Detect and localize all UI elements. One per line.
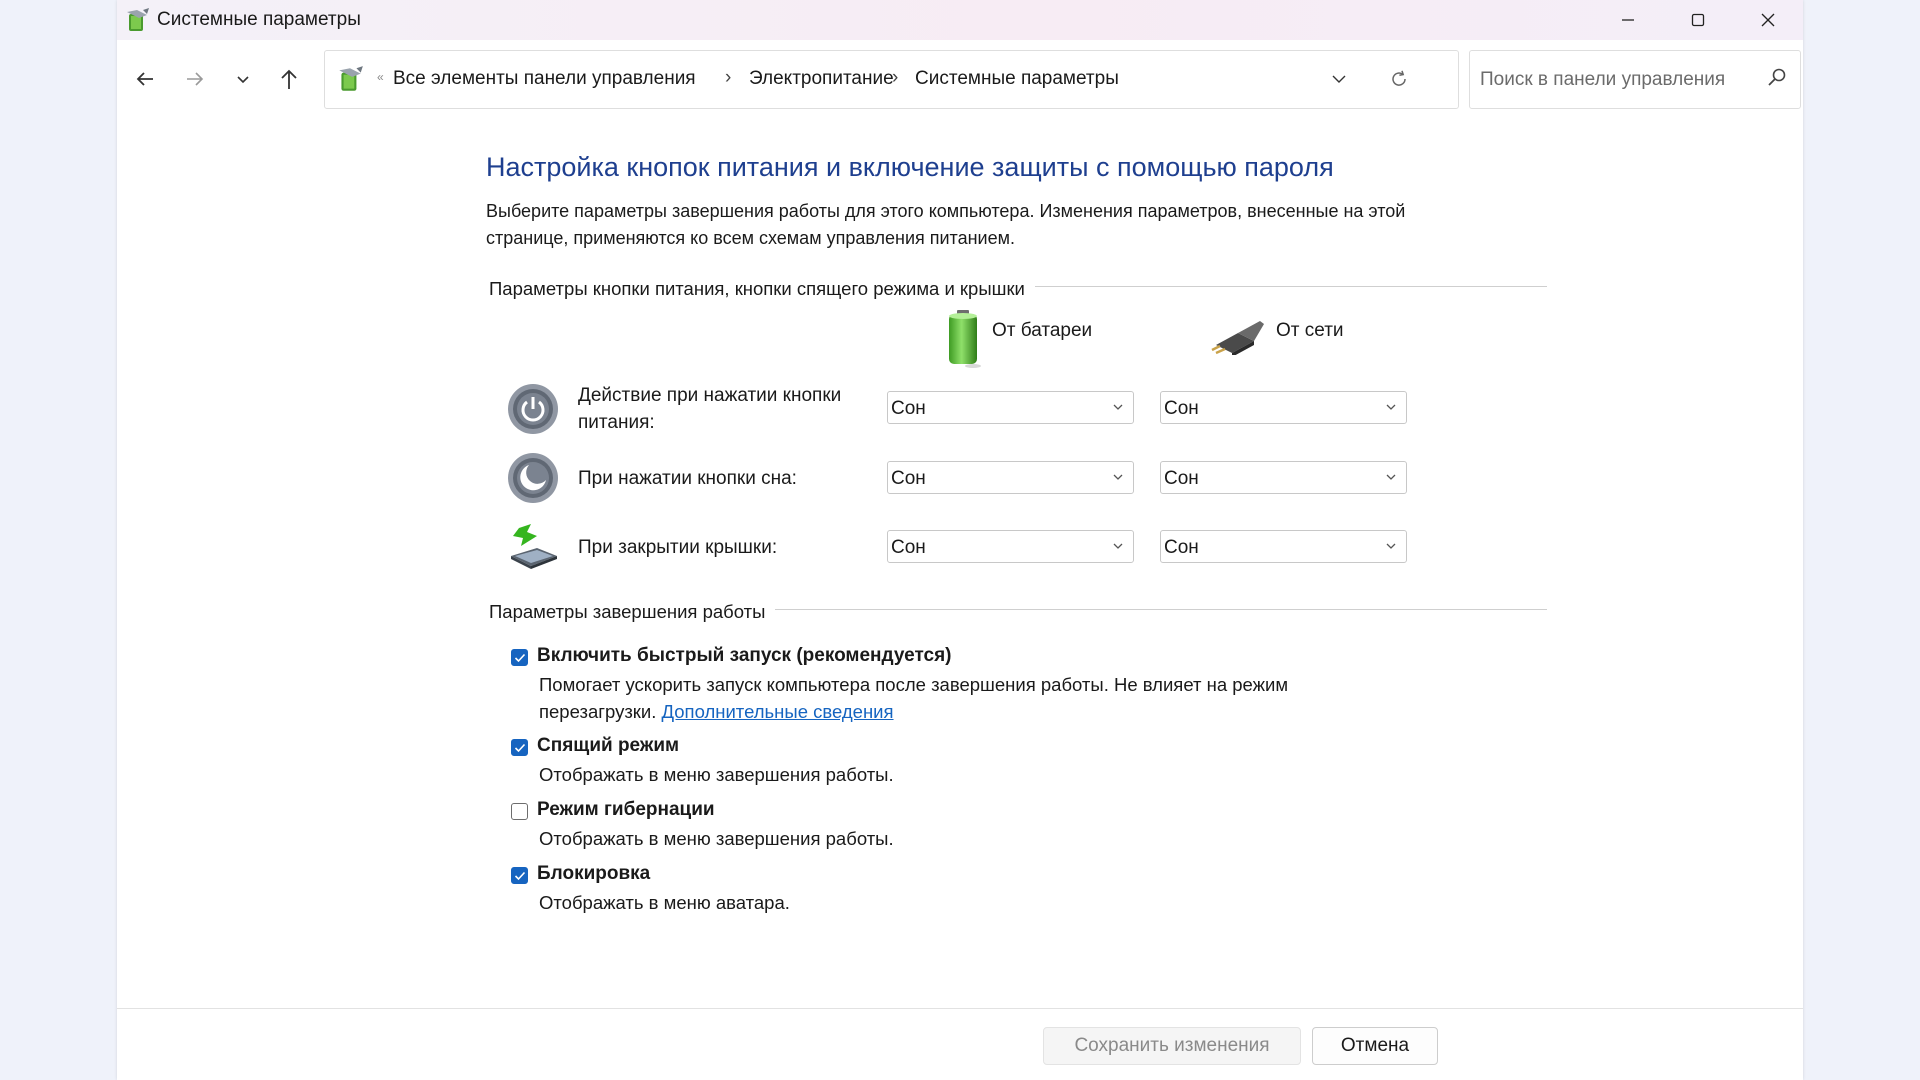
main-content: Настройка кнопок питания и включение защ… xyxy=(117,120,1803,1008)
plugged-column-label: От сети xyxy=(1276,320,1344,341)
lock-checkbox[interactable] xyxy=(511,867,528,884)
chevron-down-icon xyxy=(1332,75,1346,83)
back-button[interactable] xyxy=(125,59,165,99)
power-options-location-icon xyxy=(339,66,363,91)
fast-startup-description: Помогает ускорить запуск компьютера посл… xyxy=(539,671,1399,725)
maximize-button[interactable] xyxy=(1663,0,1733,40)
hibernate-checkbox[interactable] xyxy=(511,803,528,820)
breadcrumb-all-items[interactable]: Все элементы панели управления xyxy=(393,68,696,90)
power-section-heading: Параметры кнопки питания, кнопки спящего… xyxy=(489,278,1035,300)
close-button[interactable] xyxy=(1733,0,1803,40)
recent-locations-button[interactable] xyxy=(223,59,263,99)
lid-close-battery-select[interactable]: Сон xyxy=(887,530,1134,563)
arrow-right-icon xyxy=(187,72,204,86)
cancel-button[interactable]: Отмена xyxy=(1312,1027,1438,1065)
select-value: Сон xyxy=(1164,398,1199,419)
select-value: Сон xyxy=(891,468,926,489)
minimize-button[interactable] xyxy=(1593,0,1663,40)
power-button-icon xyxy=(508,384,558,434)
page-intro: Выберите параметры завершения работы для… xyxy=(486,201,1406,248)
fast-startup-label[interactable]: Включить быстрый запуск (рекомендуется) xyxy=(537,645,952,667)
select-value: Сон xyxy=(1164,468,1199,489)
address-bar[interactable]: « Все элементы панели управления › Элект… xyxy=(324,50,1459,109)
sleep-option-label[interactable]: Спящий режим xyxy=(537,735,679,757)
arrow-left-icon xyxy=(136,72,153,86)
more-info-link[interactable]: Дополнительные сведения xyxy=(662,701,894,722)
title-bar[interactable]: Системные параметры xyxy=(117,0,1803,40)
breadcrumb-separator[interactable]: › xyxy=(725,67,731,89)
refresh-icon xyxy=(1392,70,1406,86)
battery-column-label: От батареи xyxy=(992,320,1093,341)
search-box[interactable] xyxy=(1469,50,1801,109)
minimize-icon xyxy=(1622,19,1634,21)
power-button-plugged-select[interactable]: Сон xyxy=(1160,391,1407,424)
breadcrumb-separator[interactable]: › xyxy=(892,67,898,89)
laptop-lid-icon xyxy=(511,524,557,569)
lid-close-plugged-select[interactable]: Сон xyxy=(1160,530,1407,563)
chevron-down-icon xyxy=(1113,543,1123,549)
sleep-button-action-label: При нажатии кнопки сна: xyxy=(578,468,797,489)
power-button-action-label: Действие при нажатии кнопки питания: xyxy=(578,385,842,433)
shutdown-section-heading: Параметры завершения работы xyxy=(489,601,776,623)
chevron-down-icon xyxy=(237,76,249,84)
lid-close-action-label: При закрытии крышки: xyxy=(578,537,778,558)
arrow-up-icon xyxy=(281,69,297,89)
chevron-down-icon xyxy=(1113,474,1123,480)
fast-startup-desc-text: Помогает ускорить запуск компьютера посл… xyxy=(539,674,1289,722)
refresh-button[interactable] xyxy=(1385,65,1413,93)
close-icon xyxy=(1761,13,1775,27)
checkmark-icon xyxy=(514,871,526,881)
hibernate-option-label[interactable]: Режим гибернации xyxy=(537,799,715,821)
lock-option-description: Отображать в меню аватара. xyxy=(539,892,790,913)
footer-divider xyxy=(117,1008,1803,1009)
select-value: Сон xyxy=(891,537,926,558)
lock-option-label[interactable]: Блокировка xyxy=(537,863,650,885)
checkmark-icon xyxy=(514,743,526,753)
forward-button[interactable] xyxy=(175,59,215,99)
sleep-button-plugged-select[interactable]: Сон xyxy=(1160,461,1407,494)
power-options-app-icon xyxy=(127,8,149,31)
sleep-button-battery-select[interactable]: Сон xyxy=(887,461,1134,494)
sleep-option-description: Отображать в меню завершения работы. xyxy=(539,764,894,785)
search-input[interactable] xyxy=(1478,65,1762,95)
hibernate-option-description: Отображать в меню завершения работы. xyxy=(539,828,894,849)
control-panel-window: Системные параметры « Все элементы панел… xyxy=(117,0,1803,1080)
up-button[interactable] xyxy=(269,59,309,99)
battery-icon xyxy=(949,310,981,368)
chevron-down-icon xyxy=(1386,404,1396,410)
address-overflow-chevron[interactable]: « xyxy=(377,70,384,84)
fast-startup-checkbox[interactable] xyxy=(511,649,528,666)
power-plug-icon xyxy=(1211,321,1264,355)
chevron-down-icon xyxy=(1386,543,1396,549)
navigation-bar: « Все элементы панели управления › Элект… xyxy=(117,40,1803,120)
breadcrumb-power-options[interactable]: Электропитание xyxy=(749,68,894,90)
search-icon[interactable] xyxy=(1766,67,1788,89)
chevron-down-icon xyxy=(1386,474,1396,480)
select-value: Сон xyxy=(1164,537,1199,558)
address-history-dropdown[interactable] xyxy=(1325,67,1353,91)
select-value: Сон xyxy=(891,398,926,419)
page-title: Настройка кнопок питания и включение защ… xyxy=(486,152,1334,182)
sleep-checkbox[interactable] xyxy=(511,739,528,756)
maximize-icon xyxy=(1691,13,1705,27)
checkmark-icon xyxy=(514,653,526,663)
window-title: Системные параметры xyxy=(157,9,361,30)
power-button-battery-select[interactable]: Сон xyxy=(887,391,1134,424)
chevron-down-icon xyxy=(1113,404,1123,410)
breadcrumb-system-settings[interactable]: Системные параметры xyxy=(915,68,1119,90)
save-changes-button[interactable]: Сохранить изменения xyxy=(1043,1027,1301,1065)
sleep-button-icon xyxy=(508,453,558,503)
